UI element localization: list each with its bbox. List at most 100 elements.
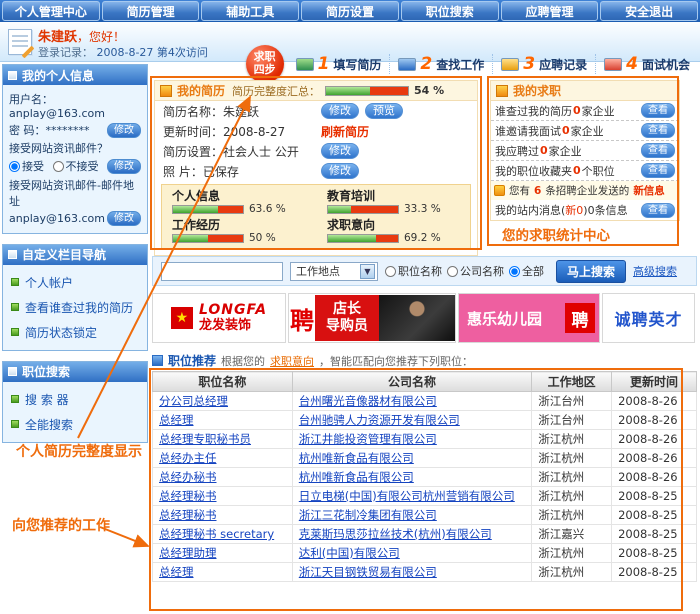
modify-photo-button[interactable]: 修改 [321, 163, 359, 179]
table-row: 总经理秘书 浙江三花制冷集团有限公司 浙江杭州 2008-8-25 [153, 506, 697, 525]
section-personal-info: 个人信息 63.6 % [172, 189, 305, 215]
resume-settings-row: 简历设置：社会人士 公开 修改 [155, 141, 477, 161]
nav-item-personal-center[interactable]: 个人管理中心 [2, 1, 100, 21]
preview-resume-button[interactable]: 预览 [365, 103, 403, 119]
search-bar: 工作地点 职位名称 公司名称 全部 马上搜索 高级搜索 [152, 256, 697, 286]
ad-photo [379, 295, 455, 341]
job-intention-link[interactable]: 求职意向 [270, 353, 314, 369]
sidebar-item-resume-status-lock[interactable]: 简历状态锁定 [7, 320, 143, 345]
nav-item-logout[interactable]: 安全退出 [600, 1, 698, 21]
position-link[interactable]: 总经理秘书 secretary [159, 527, 274, 541]
personal-info-bar [172, 205, 244, 214]
accept-radio[interactable]: 接受 [9, 158, 44, 174]
view-invites-button[interactable]: 查看 [641, 123, 675, 138]
reject-radio[interactable]: 不接受 [53, 158, 99, 174]
work-location-dropdown[interactable]: 工作地点 [290, 262, 378, 281]
step-find-job[interactable]: 2 查找工作 [389, 54, 492, 74]
company-link[interactable]: 日立电梯(中国)有限公司杭州营销有限公司 [299, 489, 515, 503]
company-link[interactable]: 浙江天目钢铁贸易有限公司 [299, 565, 437, 579]
panel-doc-icon [8, 367, 17, 376]
position-link[interactable]: 总经理 [159, 413, 194, 427]
panel-doc-icon [8, 250, 17, 259]
new-messages-notice: 您有 6 条招聘企业发送的 新信息 [491, 181, 679, 200]
company-link[interactable]: 浙江三花制冷集团有限公司 [299, 508, 437, 522]
radio-company-name[interactable]: 公司名称 [447, 263, 504, 279]
step-3-number: 3 [523, 54, 535, 74]
modify-resume-settings-button[interactable]: 修改 [321, 143, 359, 159]
modify-resume-name-button[interactable]: 修改 [321, 103, 359, 119]
view-who-viewed-button[interactable]: 查看 [641, 103, 675, 118]
company-link[interactable]: 浙江井能投资管理有限公司 [299, 432, 437, 446]
position-link[interactable]: 总经办秘书 [159, 470, 217, 484]
view-favorites-button[interactable]: 查看 [641, 163, 675, 178]
sidebar-item-searcher[interactable]: 搜 索 器 [7, 387, 143, 412]
step-fill-resume[interactable]: 1 填写简历 [288, 54, 390, 74]
completeness-label: 简历完整度汇总： [232, 83, 320, 99]
section-job-intention: 求职意向 69.2 % [327, 218, 460, 244]
sidebar-item-who-viewed-resume[interactable]: 查看谁查过我的简历 [7, 295, 143, 320]
banner-ad-store-manager[interactable]: 聘 店长 导购员 [288, 293, 456, 343]
who-viewed-row: 谁查过我的简历 0 家企业 查看 [491, 101, 679, 121]
user-bar: 朱建跃，您好！ 登录记录： 2008-8-27 第4次访问 求职 四步 1 填写… [0, 22, 700, 62]
step-2-number: 2 [420, 54, 432, 74]
position-link[interactable]: 总经理秘书 [159, 508, 217, 522]
company-link[interactable]: 台州曙光音像器材有限公司 [299, 394, 437, 408]
refresh-resume-link[interactable]: 刷新简历 [321, 123, 369, 140]
nav-item-application-management[interactable]: 应聘管理 [501, 1, 599, 21]
view-applied-button[interactable]: 查看 [641, 143, 675, 158]
sidebar: 我的个人信息 用户名：anplay@163.com 密 码：******** 修… [2, 64, 148, 453]
company-link[interactable]: 克莱斯玛思莎拉丝技术(杭州)有限公司 [299, 527, 492, 541]
section-work-experience: 工作经历 50 % [172, 218, 305, 244]
company-link[interactable]: 杭州唯新食品有限公司 [299, 470, 414, 484]
nav-item-resume-management[interactable]: 简历管理 [102, 1, 200, 21]
resume-sections: 个人信息 63.6 % 教育培训 33.3 % 工作经历 50 % [161, 184, 471, 249]
table-row: 总经办主任 杭州唯新食品有限公司 浙江杭州 2008-8-26 [153, 449, 697, 468]
company-link[interactable]: 杭州唯新食品有限公司 [299, 451, 414, 465]
modify-email-button[interactable]: 修改 [107, 211, 141, 226]
step-application-records[interactable]: 3 应聘记录 [492, 54, 595, 74]
custom-nav-panel: 自定义栏目导航 个人帐户 查看谁查过我的简历 简历状态锁定 [2, 244, 148, 351]
position-link[interactable]: 总经理 [159, 565, 194, 579]
banner-ad-kindergarten[interactable]: 惠乐幼儿园 聘 [458, 293, 600, 343]
sidebar-item-almighty-search[interactable]: 全能搜索 [7, 412, 143, 437]
position-link[interactable]: 总经办主任 [159, 451, 217, 465]
position-link[interactable]: 总经理专职秘书员 [159, 432, 251, 446]
position-link[interactable]: 分公司总经理 [159, 394, 228, 408]
nav-item-tools[interactable]: 辅助工具 [201, 1, 299, 21]
search-now-button[interactable]: 马上搜索 [556, 260, 626, 283]
position-link[interactable]: 总经理助理 [159, 546, 217, 560]
search-input[interactable] [161, 262, 283, 281]
section-education: 教育培训 33.3 % [327, 189, 460, 215]
greeting: 朱建跃，您好！ [38, 26, 125, 45]
company-link[interactable]: 台州驰骋人力资源开发有限公司 [299, 413, 460, 427]
banner-ad-talent[interactable]: 诚聘英才 [602, 293, 695, 343]
banner-ad-longfa[interactable]: ★ LONGFA 龙发装饰 [152, 293, 286, 343]
job-recommendation-header: 职位推荐 根据您的 求职意向 ，智能匹配向您推荐下列职位： [152, 352, 697, 369]
view-messages-button[interactable]: 查看 [641, 203, 675, 218]
email-row: anplay@163.com 修改 [7, 210, 143, 228]
applied-row: 我应聘过 0 家企业 查看 [491, 141, 679, 161]
personal-info-header: 我的个人信息 [3, 65, 147, 85]
position-link[interactable]: 总经理秘书 [159, 489, 217, 503]
job-search-panel: 职位搜索 搜 索 器 全能搜索 [2, 361, 148, 443]
radio-position-name[interactable]: 职位名称 [385, 263, 442, 279]
advanced-search-link[interactable]: 高级搜索 [633, 263, 677, 279]
sidebar-item-personal-account[interactable]: 个人帐户 [7, 270, 143, 295]
edit-pencil-icon [8, 29, 32, 55]
modify-newsletter-button[interactable]: 修改 [107, 159, 141, 174]
radio-all[interactable]: 全部 [509, 263, 544, 279]
education-bar [327, 205, 399, 214]
step-4-icon [604, 58, 622, 71]
modify-password-button[interactable]: 修改 [107, 123, 141, 138]
table-row: 总经理秘书 secretary 克莱斯玛思莎拉丝技术(杭州)有限公司 浙江嘉兴 … [153, 525, 697, 544]
my-resume-panel: 我的简历 简历完整度汇总： 54 % 简历名称：朱建跃 修改 预览 更新时间：2… [154, 80, 478, 256]
site-messages-row: 我的站内消息( 新0 )0条信息 查看 [491, 200, 679, 220]
user-name: 朱建跃 [38, 30, 77, 45]
nav-item-job-search[interactable]: 职位搜索 [401, 1, 499, 21]
column-header-date: 更新时间 [612, 372, 697, 392]
page: 个人管理中心 简历管理 辅助工具 简历设置 职位搜索 应聘管理 安全退出 朱建跃… [0, 0, 700, 614]
nav-item-resume-settings[interactable]: 简历设置 [301, 1, 399, 21]
star-icon: ★ [171, 307, 193, 329]
step-interview-opportunities[interactable]: 4 面试机会 [595, 54, 698, 74]
company-link[interactable]: 达利(中国)有限公司 [299, 546, 400, 560]
